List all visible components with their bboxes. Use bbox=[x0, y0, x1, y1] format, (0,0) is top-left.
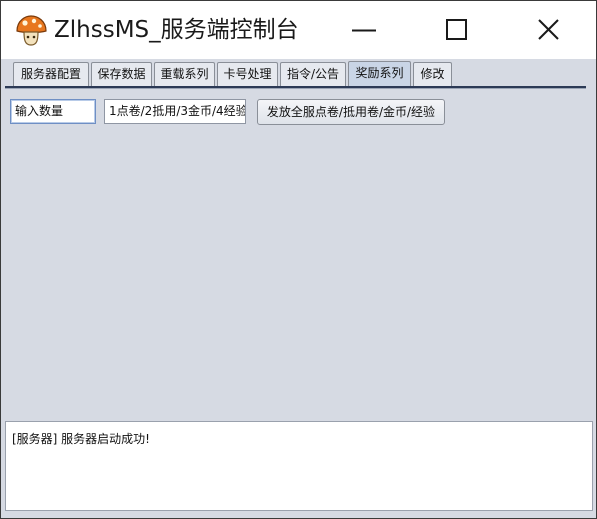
close-icon bbox=[538, 19, 559, 40]
minimize-icon bbox=[352, 29, 376, 32]
console-window: ZlhssMS_服务端控制台 服务器配置 保存数据 重载系列 卡号处理 指令/公… bbox=[0, 0, 597, 519]
tab-commands[interactable]: 指令/公告 bbox=[280, 62, 346, 86]
maximize-button[interactable] bbox=[410, 1, 502, 59]
title-bar[interactable]: ZlhssMS_服务端控制台 bbox=[1, 1, 596, 59]
reward-type-input[interactable]: 1点卷/2抵用/3金币/4经验 bbox=[104, 99, 246, 124]
tab-reload[interactable]: 重载系列 bbox=[154, 62, 215, 86]
quantity-input[interactable]: 输入数量 bbox=[10, 99, 96, 124]
tab-card-process[interactable]: 卡号处理 bbox=[217, 62, 278, 86]
tab-strip: 服务器配置 保存数据 重载系列 卡号处理 指令/公告 奖励系列 修改 bbox=[1, 59, 596, 91]
log-output[interactable]: [服务器] 服务器启动成功! bbox=[5, 421, 593, 511]
send-rewards-button[interactable]: 发放全服点卷/抵用卷/金币/经验 bbox=[257, 99, 445, 125]
minimize-button[interactable] bbox=[318, 1, 410, 59]
tab-rewards[interactable]: 奖励系列 bbox=[348, 61, 411, 87]
close-button[interactable] bbox=[502, 1, 594, 59]
tab-server-config[interactable]: 服务器配置 bbox=[13, 62, 89, 86]
tab-modify[interactable]: 修改 bbox=[413, 62, 452, 86]
maximize-icon bbox=[446, 19, 467, 40]
tab-save-data[interactable]: 保存数据 bbox=[91, 62, 152, 86]
mushroom-icon bbox=[16, 15, 47, 46]
window-title: ZlhssMS_服务端控制台 bbox=[54, 17, 299, 43]
tab-divider-highlight bbox=[5, 88, 586, 89]
